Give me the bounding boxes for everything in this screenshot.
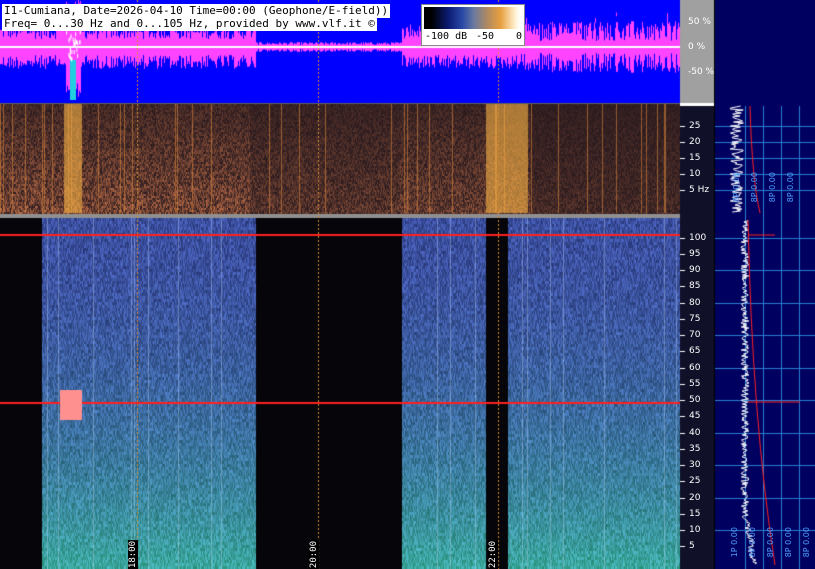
- high-spectrogram-axis-label: 100: [689, 233, 707, 243]
- time-label: 22:00: [488, 540, 498, 569]
- side-band-power-label: 8P 0.00: [802, 527, 811, 558]
- high-spectrogram-axis-label: 65: [689, 346, 701, 356]
- high-spectrogram-axis-label: 10: [689, 525, 701, 535]
- colorbar-label-max: 0: [516, 31, 523, 42]
- high-spectrogram-axis-label: 95: [689, 249, 701, 259]
- high-spectrogram-axis-label: 30: [689, 460, 701, 470]
- side-band-power-label: 8P 0.00: [786, 172, 795, 203]
- colorbar-label-mid: -50: [476, 31, 495, 42]
- waveform-axis-label: 0 %: [688, 42, 706, 52]
- side-band-power-label: 8P 0.00: [748, 527, 757, 558]
- high-spectrogram-axis-label: 55: [689, 379, 701, 389]
- high-spectrogram-axis-label: 80: [689, 298, 701, 308]
- high-spectrogram-axis-label: 35: [689, 444, 701, 454]
- high-spectrogram-axis-label: 70: [689, 330, 701, 340]
- low-spectrogram-axis-label: 15: [689, 153, 701, 163]
- time-label: 18:00: [128, 540, 138, 569]
- high-spectrogram-axis-label: 50: [689, 395, 701, 405]
- side-band-power-label: 8P 0.00: [768, 172, 777, 203]
- side-band-power-label: 8P 0.00: [732, 172, 741, 203]
- high-spectrogram-axis-label: 75: [689, 314, 701, 324]
- frequency-info: Freq= 0...30 Hz and 0...105 Hz, provided…: [2, 17, 377, 31]
- high-spectrogram-axis-label: 25: [689, 476, 701, 486]
- side-band-power-label: 8P 0.00: [766, 527, 775, 558]
- colorbar-label-min: -100 dB: [425, 31, 468, 42]
- high-spectrogram-axis-label: 45: [689, 411, 701, 421]
- time-label: 20:00: [309, 540, 319, 569]
- high-spectrogram-axis-label: 85: [689, 281, 701, 291]
- low-spectrogram-axis-label: 20: [689, 137, 701, 147]
- high-spectrogram-axis-label: 90: [689, 265, 701, 275]
- high-spectrogram-axis-label: 40: [689, 428, 701, 438]
- high-spectrogram-axis-label: 20: [689, 493, 701, 503]
- colorbar-gradient: [424, 7, 520, 29]
- colorbar-legend: -100 dB -50 0: [421, 4, 525, 46]
- waveform-axis-label: 50 %: [688, 17, 711, 27]
- side-band-power-label: 8P 0.00: [750, 172, 759, 203]
- waveform-axis-label: -50 %: [688, 67, 715, 77]
- low-spectrogram-axis-label: 5 Hz: [689, 185, 710, 195]
- high-spectrogram-axis-label: 60: [689, 363, 701, 373]
- high-spectrogram-axis-label: 5: [689, 541, 695, 551]
- low-spectrogram-axis-label: 25: [689, 121, 701, 131]
- side-band-power-label: 8P 0.00: [784, 527, 793, 558]
- station-title: I1-Cumiana, Date=2026-04-10 Time=00:00 (…: [2, 4, 391, 18]
- high-spectrogram-axis-label: 15: [689, 509, 701, 519]
- side-band-power-label: 1P 0.00: [730, 527, 739, 558]
- low-spectrogram-axis-label: 10: [689, 169, 701, 179]
